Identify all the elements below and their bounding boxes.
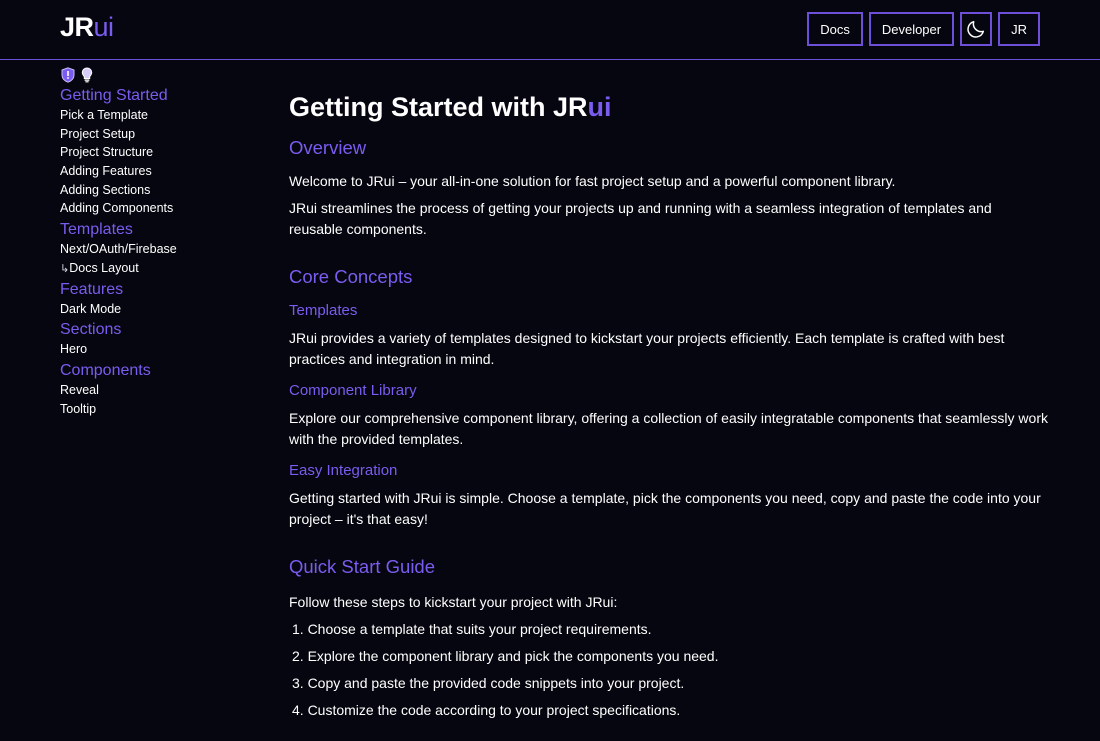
sidebar-heading-components[interactable]: Components: [60, 361, 260, 381]
page-title: Getting Started with JRui: [289, 90, 1049, 124]
templates-subheading: Templates: [289, 302, 358, 319]
sidebar-icons: [61, 66, 260, 84]
component-library-subheading: Component Library: [289, 382, 417, 399]
sidebar-item-tooltip[interactable]: Tooltip: [60, 400, 260, 419]
docs-button[interactable]: Docs: [807, 12, 863, 46]
overview-heading: Overview: [289, 137, 367, 158]
quick-start-step: 4. Customize the code according to your …: [292, 702, 681, 718]
developer-button[interactable]: Developer: [868, 12, 955, 46]
logo-jr: JR: [60, 12, 94, 42]
quick-start-step: 3. Copy and paste the provided code snip…: [292, 675, 685, 691]
sidebar-item-hero[interactable]: Hero: [60, 340, 260, 359]
easy-integration-paragraph: Getting started with JRui is simple. Cho…: [289, 490, 1041, 527]
sidebar-heading-sections[interactable]: Sections: [60, 320, 260, 340]
sidebar-item-label: Docs Layout: [69, 260, 139, 275]
avatar-button[interactable]: JR: [998, 12, 1040, 46]
lightbulb-icon[interactable]: [81, 67, 93, 83]
sidebar-item-adding-features[interactable]: Adding Features: [60, 162, 260, 181]
quick-start-step: 2. Explore the component library and pic…: [292, 648, 719, 664]
sidebar-heading-features[interactable]: Features: [60, 280, 260, 300]
templates-paragraph: JRui provides a variety of templates des…: [289, 330, 1005, 367]
page-title-jr: JR: [553, 92, 588, 122]
logo[interactable]: JRui: [60, 12, 114, 43]
main-content: Getting Started with JRui Overview Welco…: [289, 90, 1049, 727]
easy-integration-subheading: Easy Integration: [289, 462, 398, 479]
sidebar-item-project-structure[interactable]: Project Structure: [60, 143, 260, 162]
sidebar-item-adding-sections[interactable]: Adding Sections: [60, 181, 260, 200]
quick-start-step: 1. Choose a template that suits your pro…: [292, 621, 652, 637]
sidebar-heading-getting-started[interactable]: Getting Started: [60, 86, 260, 106]
overview-paragraph-2: JRui streamlines the process of getting …: [289, 200, 992, 237]
quick-start-steps: 1. Choose a template that suits your pro…: [289, 619, 1049, 721]
quick-start-intro: Follow these steps to kickstart your pro…: [289, 594, 618, 610]
quick-start-heading: Quick Start Guide: [289, 556, 436, 577]
page-title-ui: ui: [587, 92, 612, 122]
sidebar-item-reveal[interactable]: Reveal: [60, 381, 260, 400]
sidebar-item-next-oauth-firebase[interactable]: Next/OAuth/Firebase: [60, 240, 260, 259]
sidebar-item-adding-components[interactable]: Adding Components: [60, 199, 260, 218]
sub-arrow-icon: ↳: [60, 262, 70, 275]
top-header: JRui Docs Developer JR: [0, 0, 1100, 60]
component-library-paragraph: Explore our comprehensive component libr…: [289, 410, 1048, 447]
sidebar-item-project-setup[interactable]: Project Setup: [60, 125, 260, 144]
shield-alert-icon[interactable]: [61, 67, 75, 83]
sidebar-heading-templates[interactable]: Templates: [60, 220, 260, 240]
logo-ui: ui: [93, 12, 115, 42]
core-concepts-heading: Core Concepts: [289, 266, 413, 287]
moon-icon: [967, 20, 985, 38]
sidebar-item-docs-layout[interactable]: ↳Docs Layout: [60, 259, 260, 278]
page-title-prefix: Getting Started with: [289, 92, 554, 122]
sidebar: Getting Started Pick a Template Project …: [60, 66, 260, 418]
sidebar-item-dark-mode[interactable]: Dark Mode: [60, 300, 260, 319]
theme-toggle-button[interactable]: [960, 12, 993, 46]
overview-paragraph-1: Welcome to JRui – your all-in-one soluti…: [289, 173, 896, 189]
header-nav: Docs Developer JR: [807, 12, 1040, 46]
sidebar-item-pick-a-template[interactable]: Pick a Template: [60, 106, 260, 125]
